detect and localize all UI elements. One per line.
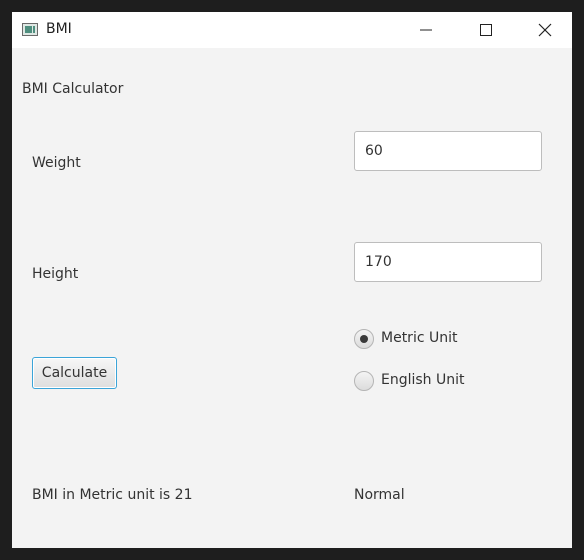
metric-unit-label: Metric Unit	[381, 330, 458, 346]
close-icon	[538, 23, 552, 37]
english-unit-label: English Unit	[381, 372, 465, 388]
minimize-icon	[420, 29, 432, 31]
height-label: Height	[32, 266, 79, 282]
app-heading: BMI Calculator	[22, 81, 124, 97]
maximize-button[interactable]	[456, 12, 514, 48]
app-window: BMI BMI Calculator Weight Height Calcula…	[12, 12, 572, 548]
minimize-button[interactable]	[398, 12, 456, 48]
height-input[interactable]	[354, 242, 542, 282]
title-bar[interactable]: BMI	[12, 12, 572, 48]
app-content: BMI Calculator Weight Height Calculate M…	[12, 48, 572, 548]
window-title: BMI	[46, 21, 72, 37]
bmi-classification: Normal	[354, 487, 405, 503]
maximize-icon	[480, 24, 492, 36]
bmi-result-text: BMI in Metric unit is 21	[32, 487, 193, 503]
calculate-button[interactable]: Calculate	[32, 357, 117, 389]
radio-dot	[360, 335, 368, 343]
radio-circle-unchecked	[354, 371, 374, 391]
app-window-icon	[22, 23, 38, 36]
weight-input[interactable]	[354, 131, 542, 171]
weight-label: Weight	[32, 155, 81, 171]
radio-circle-checked	[354, 329, 374, 349]
close-button[interactable]	[514, 12, 572, 48]
